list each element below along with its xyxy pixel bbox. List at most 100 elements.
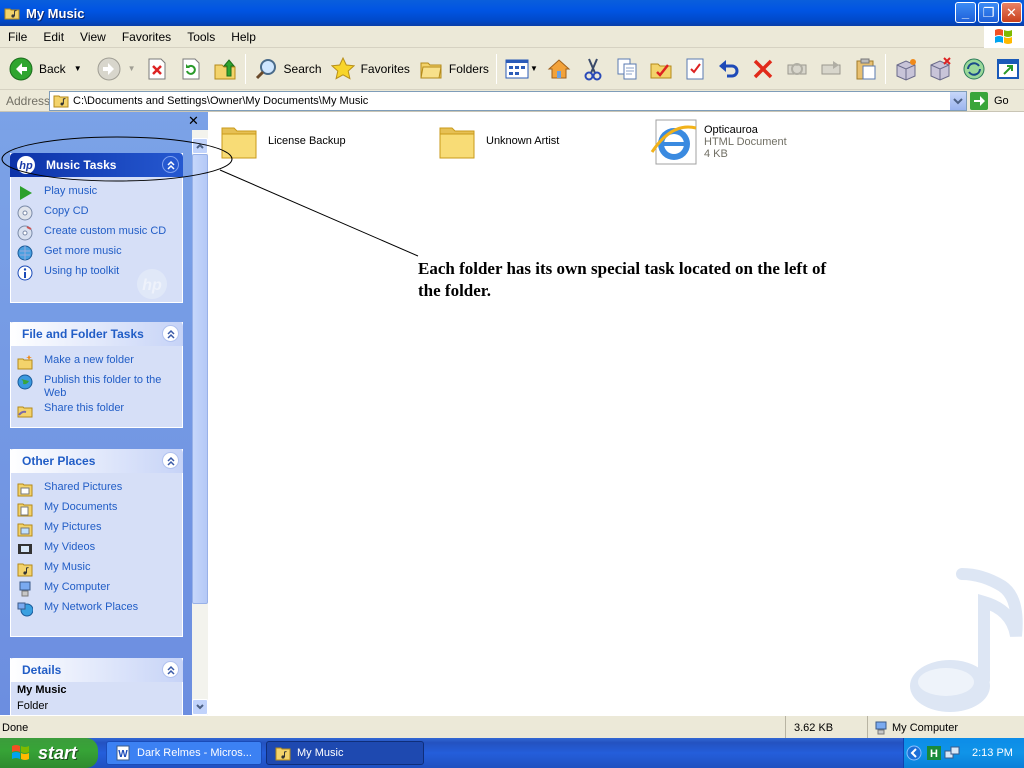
menu-favorites[interactable]: Favorites [114, 30, 179, 44]
menu-edit[interactable]: Edit [35, 30, 72, 44]
file-folder-tasks-header[interactable]: File and Folder Tasks [10, 322, 183, 346]
place-shared-pictures[interactable]: Shared Pictures [17, 479, 176, 499]
map-drive-button[interactable] [780, 52, 814, 86]
sync-button[interactable] [957, 52, 991, 86]
task-pane-scrollbar[interactable] [192, 130, 208, 715]
system-tray: H 2:13 PM [903, 738, 1024, 768]
move-to-button[interactable] [644, 52, 678, 86]
resize-window-button[interactable] [991, 52, 1024, 86]
task-publish-folder-web[interactable]: Publish this folder to the Web [17, 372, 176, 400]
music-tasks-header[interactable]: hp Music Tasks [10, 153, 183, 177]
task-play-music[interactable]: Play music [17, 183, 176, 203]
restore-button[interactable]: ❐ [978, 2, 999, 23]
undo-button[interactable] [712, 52, 746, 86]
toolbar-separator [244, 53, 246, 84]
standard-toolbar: Back ▼ ▼ Search Favorites Folders ▼ [0, 48, 1024, 90]
paste-button[interactable] [848, 52, 882, 86]
go-arrow-icon [970, 92, 988, 110]
menu-file[interactable]: File [0, 30, 35, 44]
minimize-button[interactable]: _ [955, 2, 976, 23]
stop-button[interactable] [140, 52, 174, 86]
start-button[interactable]: start [0, 738, 98, 768]
windows-logo-icon [984, 26, 1024, 48]
place-my-music[interactable]: My Music [17, 559, 176, 579]
collapse-chevron-icon[interactable] [162, 452, 179, 469]
views-button[interactable]: ▼ [500, 52, 542, 86]
taskbar-item-my-music[interactable]: My Music [266, 741, 424, 765]
collapse-chevron-icon[interactable] [162, 325, 179, 342]
collapse-chevron-icon[interactable] [162, 661, 179, 678]
forward-dropdown-icon[interactable]: ▼ [128, 64, 136, 73]
clock[interactable]: 2:13 PM [972, 747, 1013, 759]
resize-window-icon [995, 56, 1021, 82]
refresh-icon [178, 56, 204, 82]
close-button[interactable]: ✕ [1001, 2, 1022, 23]
task-create-custom-cd[interactable]: Create custom music CD [17, 223, 176, 243]
home-button[interactable] [542, 52, 576, 86]
disconnect-drive-button[interactable] [814, 52, 848, 86]
place-my-pictures[interactable]: My Pictures [17, 519, 176, 539]
tray-expand-chevron-icon[interactable] [906, 745, 922, 761]
up-folder-button[interactable] [208, 52, 242, 86]
task-make-new-folder[interactable]: Make a new folder [17, 352, 176, 372]
properties-button[interactable] [678, 52, 712, 86]
tray-app-icon[interactable]: H [926, 745, 942, 761]
favorites-label: Favorites [360, 61, 410, 76]
globe-icon [17, 374, 33, 390]
package-remove-button[interactable] [923, 52, 957, 86]
network-connection-icon[interactable] [944, 745, 960, 761]
place-my-computer[interactable]: My Computer [17, 579, 176, 599]
title-bar[interactable]: My Music _ ❐ ✕ [0, 0, 1024, 26]
forward-button[interactable]: ▼ [92, 52, 140, 86]
copy-button[interactable] [610, 52, 644, 86]
other-places-header[interactable]: Other Places [10, 449, 183, 473]
status-zone-label: My Computer [892, 721, 959, 734]
folder-item-license-backup[interactable]: License Backup [220, 122, 346, 160]
address-label: Address [6, 93, 51, 108]
menu-view[interactable]: View [72, 30, 114, 44]
svg-text:H: H [930, 748, 938, 760]
go-button[interactable]: Go [970, 91, 1009, 111]
cut-button[interactable] [576, 52, 610, 86]
close-pane-button[interactable]: ✕ [188, 114, 202, 128]
place-label: My Network Places [44, 601, 139, 613]
taskbar-item-dark-relmes[interactable]: W Dark Relmes - Micros... [106, 741, 262, 765]
task-get-more-music[interactable]: Get more music [17, 243, 176, 263]
address-dropdown-button[interactable] [950, 92, 966, 110]
file-list-view[interactable]: License Backup Unknown Artist Opticauroa… [210, 112, 1024, 715]
delete-button[interactable] [746, 52, 780, 86]
search-label: Search [283, 61, 322, 76]
views-dropdown-icon: ▼ [529, 64, 538, 73]
task-label: Copy CD [44, 205, 89, 217]
menu-bar: File Edit View Favorites Tools Help [0, 26, 1024, 48]
place-my-network-places[interactable]: My Network Places [17, 599, 176, 619]
scroll-down-button[interactable] [192, 699, 208, 715]
back-button[interactable]: Back ▼ [4, 52, 86, 86]
details-header[interactable]: Details [10, 658, 183, 682]
menu-help[interactable]: Help [223, 30, 264, 44]
search-button[interactable]: Search [249, 52, 326, 86]
collapse-chevron-icon[interactable] [162, 156, 179, 173]
back-arrow-icon [8, 56, 34, 82]
place-my-documents[interactable]: My Documents [17, 499, 176, 519]
menu-tools[interactable]: Tools [179, 30, 223, 44]
refresh-button[interactable] [174, 52, 208, 86]
back-dropdown-icon[interactable]: ▼ [74, 64, 82, 73]
copy-icon [614, 56, 640, 82]
place-label: Shared Pictures [44, 481, 123, 493]
package-button[interactable] [889, 52, 923, 86]
start-label: start [38, 742, 78, 763]
scroll-thumb[interactable] [192, 154, 208, 604]
address-field[interactable]: C:\Documents and Settings\Owner\My Docum… [49, 91, 967, 111]
scroll-up-button[interactable] [192, 138, 208, 154]
task-share-folder[interactable]: Share this folder [17, 400, 176, 420]
folder-item-unknown-artist[interactable]: Unknown Artist [438, 122, 559, 160]
folders-button[interactable]: Folders [414, 52, 493, 86]
favorites-button[interactable]: Favorites [326, 52, 414, 86]
other-places-title: Other Places [22, 454, 96, 468]
task-label: Get more music [44, 245, 122, 257]
task-copy-cd[interactable]: Copy CD [17, 203, 176, 223]
place-my-videos[interactable]: My Videos [17, 539, 176, 559]
file-item-opticauroa[interactable]: Opticauroa HTML Document 4 KB [650, 118, 787, 166]
music-tasks-panel: hp Music Tasks Play music Copy CD Create… [10, 153, 183, 303]
